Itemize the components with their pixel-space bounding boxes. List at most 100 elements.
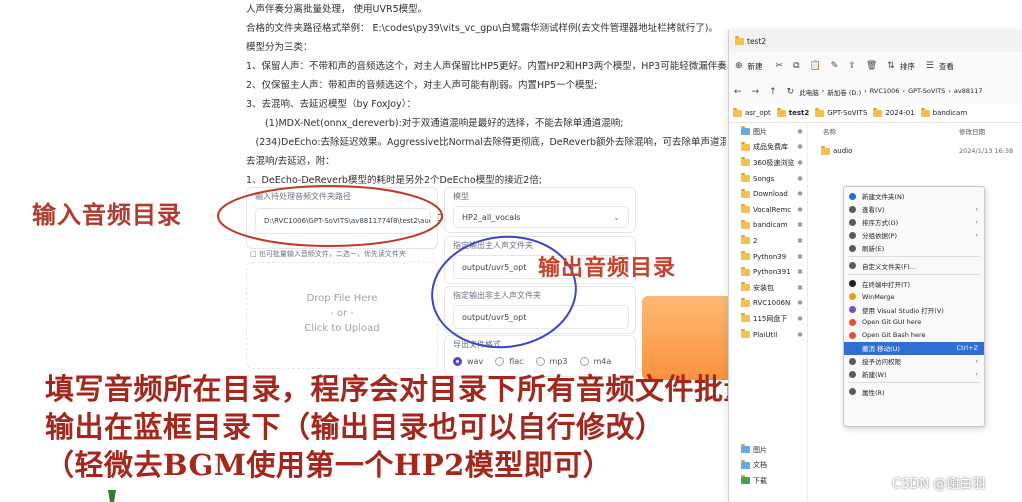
menu-item-icon [849,205,856,213]
forward-icon[interactable]: → [752,87,760,97]
breadcrumb[interactable]: 此电脑 › 新加卷 (D:) › RVC1006 › GPT-SoVITS › av88… [799,87,982,97]
nav-item[interactable]: 安装包 ✱ [729,280,807,296]
nav-item[interactable]: 115网盘下 ✱ [729,311,807,327]
nav-item-documents[interactable]: 文档 [729,458,807,474]
pin-icon[interactable]: ✱ [797,221,803,229]
nav-item[interactable]: Python39 ✱ [729,249,807,265]
nav-item[interactable]: Python391 ✱ [729,264,807,280]
nav-item[interactable]: 360极速浏览 ✱ [729,155,807,171]
view-icon[interactable]: ☰ [926,61,934,71]
refresh-icon[interactable]: ↻ [787,87,795,97]
share-icon[interactable]: ⇪ [848,61,856,71]
pin-icon[interactable]: ✱ [797,190,803,198]
explorer-titlebar: test2 [729,30,1022,52]
context-menu-item[interactable]: 在终端中打开(T) [844,277,984,290]
pin-icon[interactable]: ✱ [797,159,803,167]
nav-item-label: PlaiUtil [753,330,778,339]
menu-item-icon [849,293,856,301]
paste-icon[interactable]: 📋 [810,61,821,71]
nav-item-label: 图片 [753,445,767,454]
favorite-2024-01[interactable]: 2024-01 [873,107,915,117]
sort-button[interactable]: 排序 [900,61,915,72]
nav-item[interactable]: RVC1006N ✱ [729,296,807,312]
nav-item[interactable]: VocalRemc ✱ [729,202,807,218]
favorite-gpt-sovits[interactable]: GPT-SoVITS [815,107,868,117]
file-row-audio[interactable]: audio 2024/1/13 16:38 [813,144,1019,158]
breadcrumb-item[interactable]: 新加卷 (D:) [827,87,861,97]
breadcrumb-item[interactable]: GPT-SoVITS [908,87,945,97]
pin-icon[interactable]: ✱ [797,237,803,245]
context-menu-item[interactable]: 刷新(E) [844,242,984,255]
nav-item-pictures[interactable]: 图片 [729,442,807,458]
favorite-test2[interactable]: test2 [776,107,809,117]
menu-item-icon [849,218,856,226]
pin-icon[interactable]: ✱ [797,315,803,323]
menu-item-icon [849,306,856,314]
new-button[interactable]: 新建 [748,61,763,72]
back-icon[interactable]: ← [734,87,742,97]
favorite-asr-opt[interactable]: asr_opt [733,107,771,117]
cut-icon[interactable]: ✂ [776,61,784,71]
menu-item-icon [849,388,856,396]
pin-icon[interactable]: ✱ [797,128,803,136]
favorite-label: GPT-SoVITS [827,109,868,117]
context-menu-item[interactable]: 分组依据(P) › [844,229,984,242]
folder-icon [741,204,750,214]
annotation-output-dir: 输出音频目录 [538,256,677,281]
folder-icon [741,173,750,183]
pin-icon[interactable]: ✱ [797,175,803,183]
pin-icon[interactable]: ✱ [797,331,803,339]
context-menu-item[interactable]: 使用 Visual Studio 打开(V) [844,303,984,316]
pin-icon[interactable]: ✱ [797,268,803,276]
chevron-right-icon: › [975,218,978,227]
context-menu-item[interactable]: 撤消 移动(U) Ctrl+Z [844,341,984,355]
breadcrumb-item[interactable]: av88117 [954,87,983,97]
nav-item[interactable]: Download ✱ [729,186,807,202]
nav-item[interactable]: PlaiUtil ✱ [729,327,807,343]
nav-item[interactable]: 2 ✱ [729,233,807,249]
rename-icon[interactable]: ✎ [831,61,839,71]
breadcrumb-item[interactable]: RVC1006 [870,87,900,97]
context-menu-item[interactable]: Open Git Bash here [844,329,984,342]
context-menu-item[interactable]: Open Git GUI here [844,316,984,329]
col-date-header[interactable]: 修改日期 [959,126,985,136]
sort-icon[interactable]: ⇅ [887,61,895,71]
menu-item-label: 分组依据(P) [862,232,897,241]
menu-item-icon [849,331,856,339]
nav-item[interactable]: bandicam ✱ [729,218,807,234]
new-icon[interactable]: ⊕ [735,61,743,71]
copy-icon[interactable]: ⧉ [793,61,799,71]
context-menu-item[interactable]: WinMerge [844,290,984,303]
pin-icon[interactable]: ✱ [797,206,803,214]
nav-item-downloads[interactable]: 下载 [729,473,807,489]
folder-icon [741,313,750,323]
context-menu-item[interactable]: 自定义文件夹(F)... [844,259,984,272]
nav-item[interactable]: 图片 ✱ [729,124,807,140]
delete-icon[interactable]: 🗑 [866,61,877,71]
up-icon[interactable]: ↑ [769,87,777,97]
context-menu-item[interactable]: 属性(R) [844,385,984,398]
context-menu-item[interactable]: 排序方式(O) › [844,216,984,229]
pin-icon[interactable]: ✱ [797,143,803,151]
favorite-bandicam[interactable]: bandicam [920,107,967,117]
context-menu-item[interactable]: 新建文件夹(N) [844,190,984,203]
nav-item[interactable]: 成品免费库 ✱ [729,140,807,156]
folder-icon [776,107,786,117]
context-menu-item[interactable]: 授予访问权限 › [844,355,984,368]
chevron-right-icon: › [975,231,978,240]
col-name-header[interactable]: 名称 [823,126,836,136]
menu-item-label: 排序方式(O) [862,219,899,228]
nav-item-label: 成品免费库 [753,143,788,152]
pin-icon[interactable]: ✱ [797,253,803,261]
folder-icon [741,219,750,229]
context-menu-item[interactable]: 新建(W) › [844,368,984,381]
nav-item[interactable]: Songs ✱ [729,171,807,187]
explorer-addressbar: ← → ↑ ↻ 此电脑 › 新加卷 (D:) › RVC1006 › GPT-SoVI… [729,80,1022,104]
pin-icon[interactable]: ✱ [797,299,803,307]
pin-icon[interactable]: ✱ [797,284,803,292]
folder-icon [815,107,825,117]
breadcrumb-item[interactable]: 此电脑 [799,87,819,97]
view-button[interactable]: 查看 [939,61,954,72]
context-menu-item[interactable]: 查看(V) › [844,203,984,216]
nav-item-label: 115网盘下 [753,314,788,323]
